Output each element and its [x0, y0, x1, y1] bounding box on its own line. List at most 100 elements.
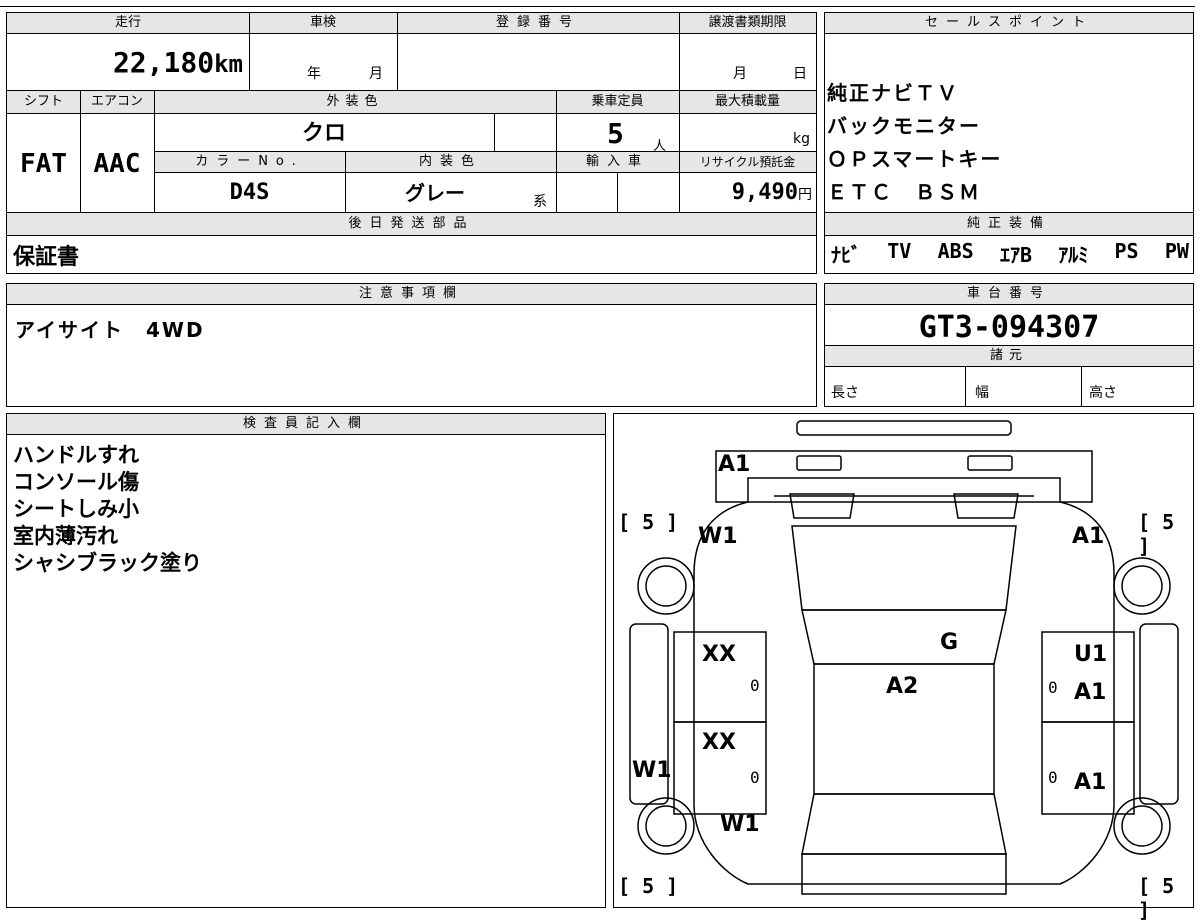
- shift-value: FAT: [20, 149, 67, 179]
- right-headlight: [967, 455, 1013, 471]
- inspector-line: シャシブラック塗り: [13, 551, 202, 575]
- trunk: [801, 853, 1007, 895]
- transfer-day-label: 日: [793, 66, 807, 82]
- notes-value: アイサイト 4WD: [15, 318, 205, 342]
- sales-point-line: ＥＴＣ ＢＳＭ: [827, 180, 981, 204]
- chassis-number: GT3-094307: [918, 310, 1100, 345]
- equipment-label: 純正装備: [966, 216, 1051, 231]
- right-front-door-zero: 0: [1048, 678, 1058, 697]
- exterior-label: 外装色: [326, 94, 384, 109]
- interior-label: 内装色: [418, 154, 482, 169]
- later-parts-value: 保証書: [13, 245, 80, 270]
- inspection-month-label: 月: [369, 66, 383, 82]
- grade-left-rocker: W1: [632, 758, 672, 783]
- inspector-line: ハンドルすれ: [13, 443, 139, 467]
- recycle-label: リサイクル預託金: [699, 155, 796, 169]
- windshield-outline: [791, 525, 1017, 611]
- grade-left-front-door: XX: [702, 642, 736, 667]
- car-diagram-box: [ 5 ] [ 5 ] [ 5 ] [ 5 ] A1 W1 A1 G XX 0 …: [613, 413, 1194, 922]
- recycle-number: 9,490: [731, 180, 798, 205]
- divider: [965, 366, 966, 406]
- divider: [825, 235, 1193, 236]
- interior-suffix: 系: [533, 194, 547, 210]
- divider: [679, 13, 680, 212]
- capacity-label: 乗車定員: [591, 94, 644, 109]
- sales-points-list: 純正ナビＴＶ バックモニター ＯＰスマートキー ＥＴＣ ＢＳＭ: [827, 77, 1187, 209]
- front-roof-transition: [801, 609, 1007, 665]
- inspection-year-label: 年: [307, 66, 321, 82]
- grade-windshield: G: [940, 630, 959, 655]
- equipment-item: ABS: [937, 239, 974, 263]
- mileage-unit: km: [214, 50, 243, 78]
- notes-box: 注意事項欄 アイサイト 4WD: [6, 283, 817, 407]
- chassis-box: 車台番号 GT3-094307 諸元 長さ 幅 高さ: [824, 283, 1194, 407]
- front-bumper-outline: [796, 420, 1012, 436]
- inspector-box: 検査員記入欄 ハンドルすれ コンソール傷 シートしみ小 室内薄汚れ シャシブラッ…: [6, 413, 606, 908]
- grade-left-rear-door: XX: [702, 730, 736, 755]
- left-mirror: [789, 493, 855, 519]
- equipment-item: PS: [1114, 239, 1139, 263]
- shift-label: シフト: [23, 94, 63, 109]
- inspector-label: 検査員記入欄: [7, 414, 605, 435]
- divider: [825, 366, 1193, 367]
- tire-left-top: [ 5 ]: [618, 510, 679, 534]
- chassis-label: 車台番号: [825, 284, 1193, 305]
- equipment-item: ﾅﾋﾞ: [831, 243, 861, 267]
- grade-front-bumper: A1: [718, 452, 751, 477]
- mileage-number: 22,180: [112, 46, 215, 79]
- inspection-label: 車検: [309, 15, 336, 30]
- recycle-value: 9,490円: [679, 173, 816, 211]
- sales-point-line: 純正ナビＴＶ: [827, 81, 959, 105]
- height-label: 高さ: [1089, 385, 1117, 401]
- divider: [80, 91, 81, 212]
- divider: [494, 114, 495, 151]
- divider: [249, 13, 250, 90]
- aircon-label: エアコン: [90, 94, 143, 109]
- maxload-label: 最大積載量: [714, 94, 780, 109]
- inspector-line: コンソール傷: [13, 470, 139, 494]
- divider: [345, 152, 346, 212]
- divider: [617, 173, 618, 212]
- tire-right-bottom: [ 5 ]: [1138, 874, 1175, 922]
- right-mirror: [953, 493, 1019, 519]
- width-label: 幅: [975, 385, 989, 401]
- front-panel-outline: [715, 450, 1093, 503]
- exterior-value: クロ: [301, 121, 346, 146]
- right-rocker: [1139, 623, 1179, 805]
- grade-roof: A2: [886, 674, 919, 699]
- color-no-value: D4S: [229, 180, 270, 205]
- divider: [1081, 366, 1082, 406]
- mileage-label: 走行: [114, 15, 141, 30]
- grade-rear-left-fender: W1: [720, 812, 760, 837]
- vehicle-info-box: 走行 車検 登録番号 譲渡書類期限 22,180km 年 月 月 日 シフト エ…: [6, 12, 817, 274]
- divider: [7, 235, 816, 236]
- capacity-value: 5: [607, 117, 624, 150]
- grade-right-rear-door: A1: [1074, 770, 1107, 795]
- left-front-door-zero: 0: [750, 676, 760, 695]
- notes-label: 注意事項欄: [7, 284, 816, 305]
- equipment-item: ｴｱB: [999, 243, 1033, 267]
- color-no-label: カラーNo.: [195, 154, 304, 169]
- transfer-month-label: 月: [733, 66, 747, 82]
- registration-label: 登録番号: [495, 15, 580, 30]
- tire-left-bottom: [ 5 ]: [618, 874, 679, 898]
- equipment-item: TV: [887, 239, 912, 263]
- transfer-label: 譲渡書類期限: [708, 15, 787, 30]
- maxload-unit: kg: [793, 131, 810, 147]
- left-rear-door-zero: 0: [750, 768, 760, 787]
- top-strip-line: [0, 6, 1195, 7]
- inspector-lines: ハンドルすれ コンソール傷 シートしみ小 室内薄汚れ シャシブラック塗り: [13, 442, 202, 577]
- tire-right-top: [ 5 ]: [1138, 510, 1175, 558]
- equipment-list: ﾅﾋﾞ TV ABS ｴｱB ｱﾙﾐ PS PW: [831, 239, 1189, 268]
- grade-front-right-fender: A1: [1072, 524, 1105, 549]
- later-parts-label: 後日発送部品: [348, 216, 475, 231]
- left-headlight: [796, 455, 842, 471]
- grade-right-front-door-top: U1: [1074, 642, 1108, 667]
- length-label: 長さ: [831, 385, 859, 401]
- sales-points-box: セールスポイント 純正ナビＴＶ バックモニター ＯＰスマートキー ＥＴＣ ＢＳＭ…: [824, 12, 1194, 274]
- mileage-value: 22,180km: [7, 35, 249, 85]
- import-label: 輸入車: [585, 154, 649, 169]
- grade-right-front-door: A1: [1074, 680, 1107, 705]
- grade-front-left-fender: W1: [698, 524, 738, 549]
- equipment-item: PW: [1164, 239, 1189, 263]
